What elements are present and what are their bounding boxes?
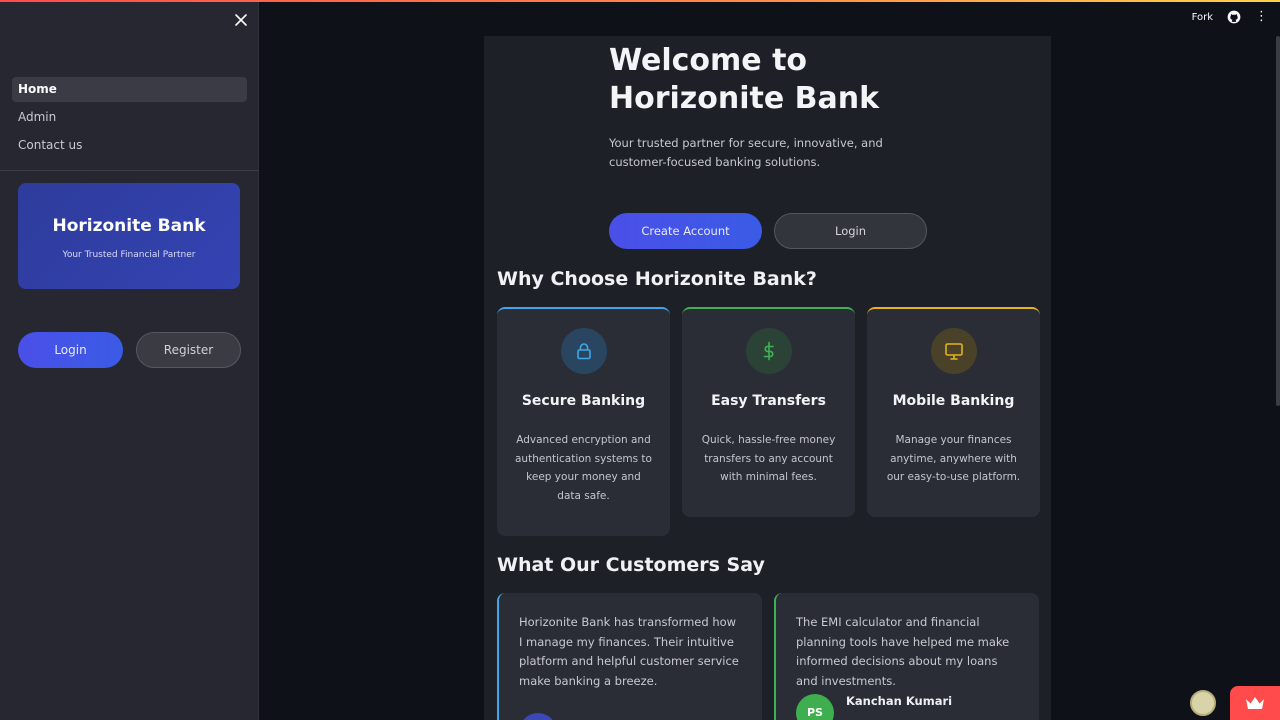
brand-card: Horizonite Bank Your Trusted Financial P… bbox=[18, 183, 240, 289]
hero-subtitle: Your trusted partner for secure, innovat… bbox=[609, 136, 883, 169]
top-decoration-bar bbox=[0, 0, 1280, 2]
create-account-button[interactable]: Create Account bbox=[609, 213, 762, 249]
sidebar-item-admin[interactable]: Admin bbox=[12, 105, 247, 130]
testimonial-card: The EMI calculator and financial plannin… bbox=[774, 593, 1039, 720]
sidebar-item-home[interactable]: Home bbox=[12, 77, 247, 102]
main-content: Welcome to Horizonite Bank Your trusted … bbox=[484, 36, 1051, 720]
feature-name: Mobile Banking bbox=[892, 393, 1015, 409]
features-title: Why Choose Horizonite Bank? bbox=[497, 268, 817, 290]
monitor-icon bbox=[930, 328, 977, 374]
testimonial-quote: The EMI calculator and financial plannin… bbox=[796, 615, 1010, 688]
sidebar-nav: Home Admin Contact us bbox=[12, 77, 247, 161]
page-scrollbar[interactable] bbox=[1276, 36, 1280, 406]
main-menu-icon[interactable]: ⋮ bbox=[1255, 10, 1268, 24]
sidebar-item-contact[interactable]: Contact us bbox=[12, 133, 247, 158]
testimonial-card: Horizonite Bank has transformed how I ma… bbox=[497, 593, 762, 720]
testimonial-quote: Horizonite Bank has transformed how I ma… bbox=[519, 615, 739, 688]
sidebar-divider bbox=[0, 170, 259, 171]
viewer-avatar[interactable] bbox=[1190, 690, 1216, 716]
feature-card-secure: Secure Banking Advanced encryption and a… bbox=[497, 307, 670, 536]
fork-link[interactable]: Fork bbox=[1192, 12, 1213, 23]
sidebar-login-button[interactable]: Login bbox=[18, 332, 123, 368]
github-icon[interactable] bbox=[1227, 10, 1241, 24]
close-sidebar-button[interactable] bbox=[231, 10, 251, 30]
feature-name: Secure Banking bbox=[521, 393, 646, 409]
feature-description: Advanced encryption and authentication s… bbox=[515, 434, 652, 502]
feature-description: Quick, hassle-free money transfers to an… bbox=[701, 434, 836, 483]
streamlit-badge-button[interactable] bbox=[1230, 686, 1280, 720]
brand-subtitle: Your Trusted Financial Partner bbox=[62, 250, 196, 260]
avatar: PS bbox=[796, 694, 834, 720]
feature-name: Easy Transfers bbox=[711, 393, 826, 409]
brand-title: Horizonite Bank bbox=[52, 216, 206, 236]
feature-description: Manage your finances anytime, anywhere w… bbox=[886, 434, 1021, 483]
hero-title: Welcome to Horizonite Bank bbox=[609, 43, 880, 116]
crown-icon bbox=[1246, 697, 1264, 709]
testimonials-title: What Our Customers Say bbox=[497, 554, 765, 576]
feature-card-mobile: Mobile Banking Manage your finances anyt… bbox=[867, 307, 1040, 517]
close-icon bbox=[235, 14, 247, 26]
dollar-icon bbox=[745, 328, 792, 374]
lock-icon bbox=[560, 328, 607, 374]
testimonial-author: Kanchan Kumari bbox=[846, 694, 953, 708]
sidebar: Home Admin Contact us Horizonite Bank Yo… bbox=[0, 0, 259, 720]
feature-card-transfers: Easy Transfers Quick, hassle-free money … bbox=[682, 307, 855, 517]
app-header-actions: Fork ⋮ bbox=[1192, 10, 1268, 24]
sidebar-register-button[interactable]: Register bbox=[136, 332, 241, 368]
avatar bbox=[519, 713, 557, 720]
hero-login-button[interactable]: Login bbox=[774, 213, 927, 249]
